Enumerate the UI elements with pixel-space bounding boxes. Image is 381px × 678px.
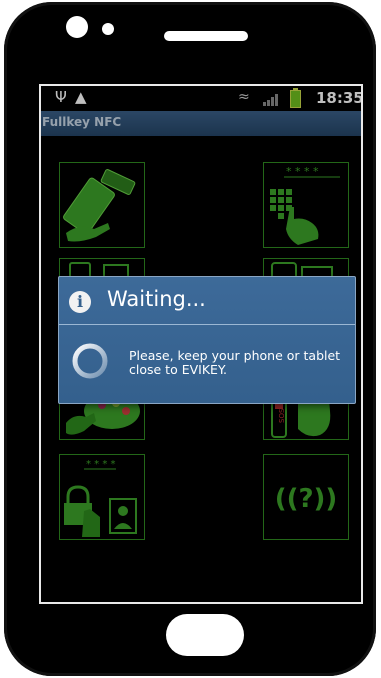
progress-spinner-icon — [72, 343, 108, 379]
dialog-divider — [59, 324, 355, 325]
sensor — [102, 23, 114, 35]
dialog-title: Waiting... — [107, 287, 206, 311]
home-button[interactable] — [166, 614, 244, 656]
front-camera — [66, 16, 88, 38]
dialog-header: i Waiting... — [59, 277, 355, 325]
info-icon: i — [69, 291, 91, 313]
waiting-dialog: i Waiting... Please, keep your phone or … — [58, 276, 356, 404]
dialog-message: Please, keep your phone or tablet close … — [129, 348, 341, 377]
phone-frame: Ψ ▲ ≈ 18:35 Fullkey NFC * * * * SOS * * … — [4, 2, 376, 676]
screen: Ψ ▲ ≈ 18:35 Fullkey NFC * * * * SOS * * … — [39, 84, 363, 604]
earpiece-speaker — [164, 31, 248, 41]
